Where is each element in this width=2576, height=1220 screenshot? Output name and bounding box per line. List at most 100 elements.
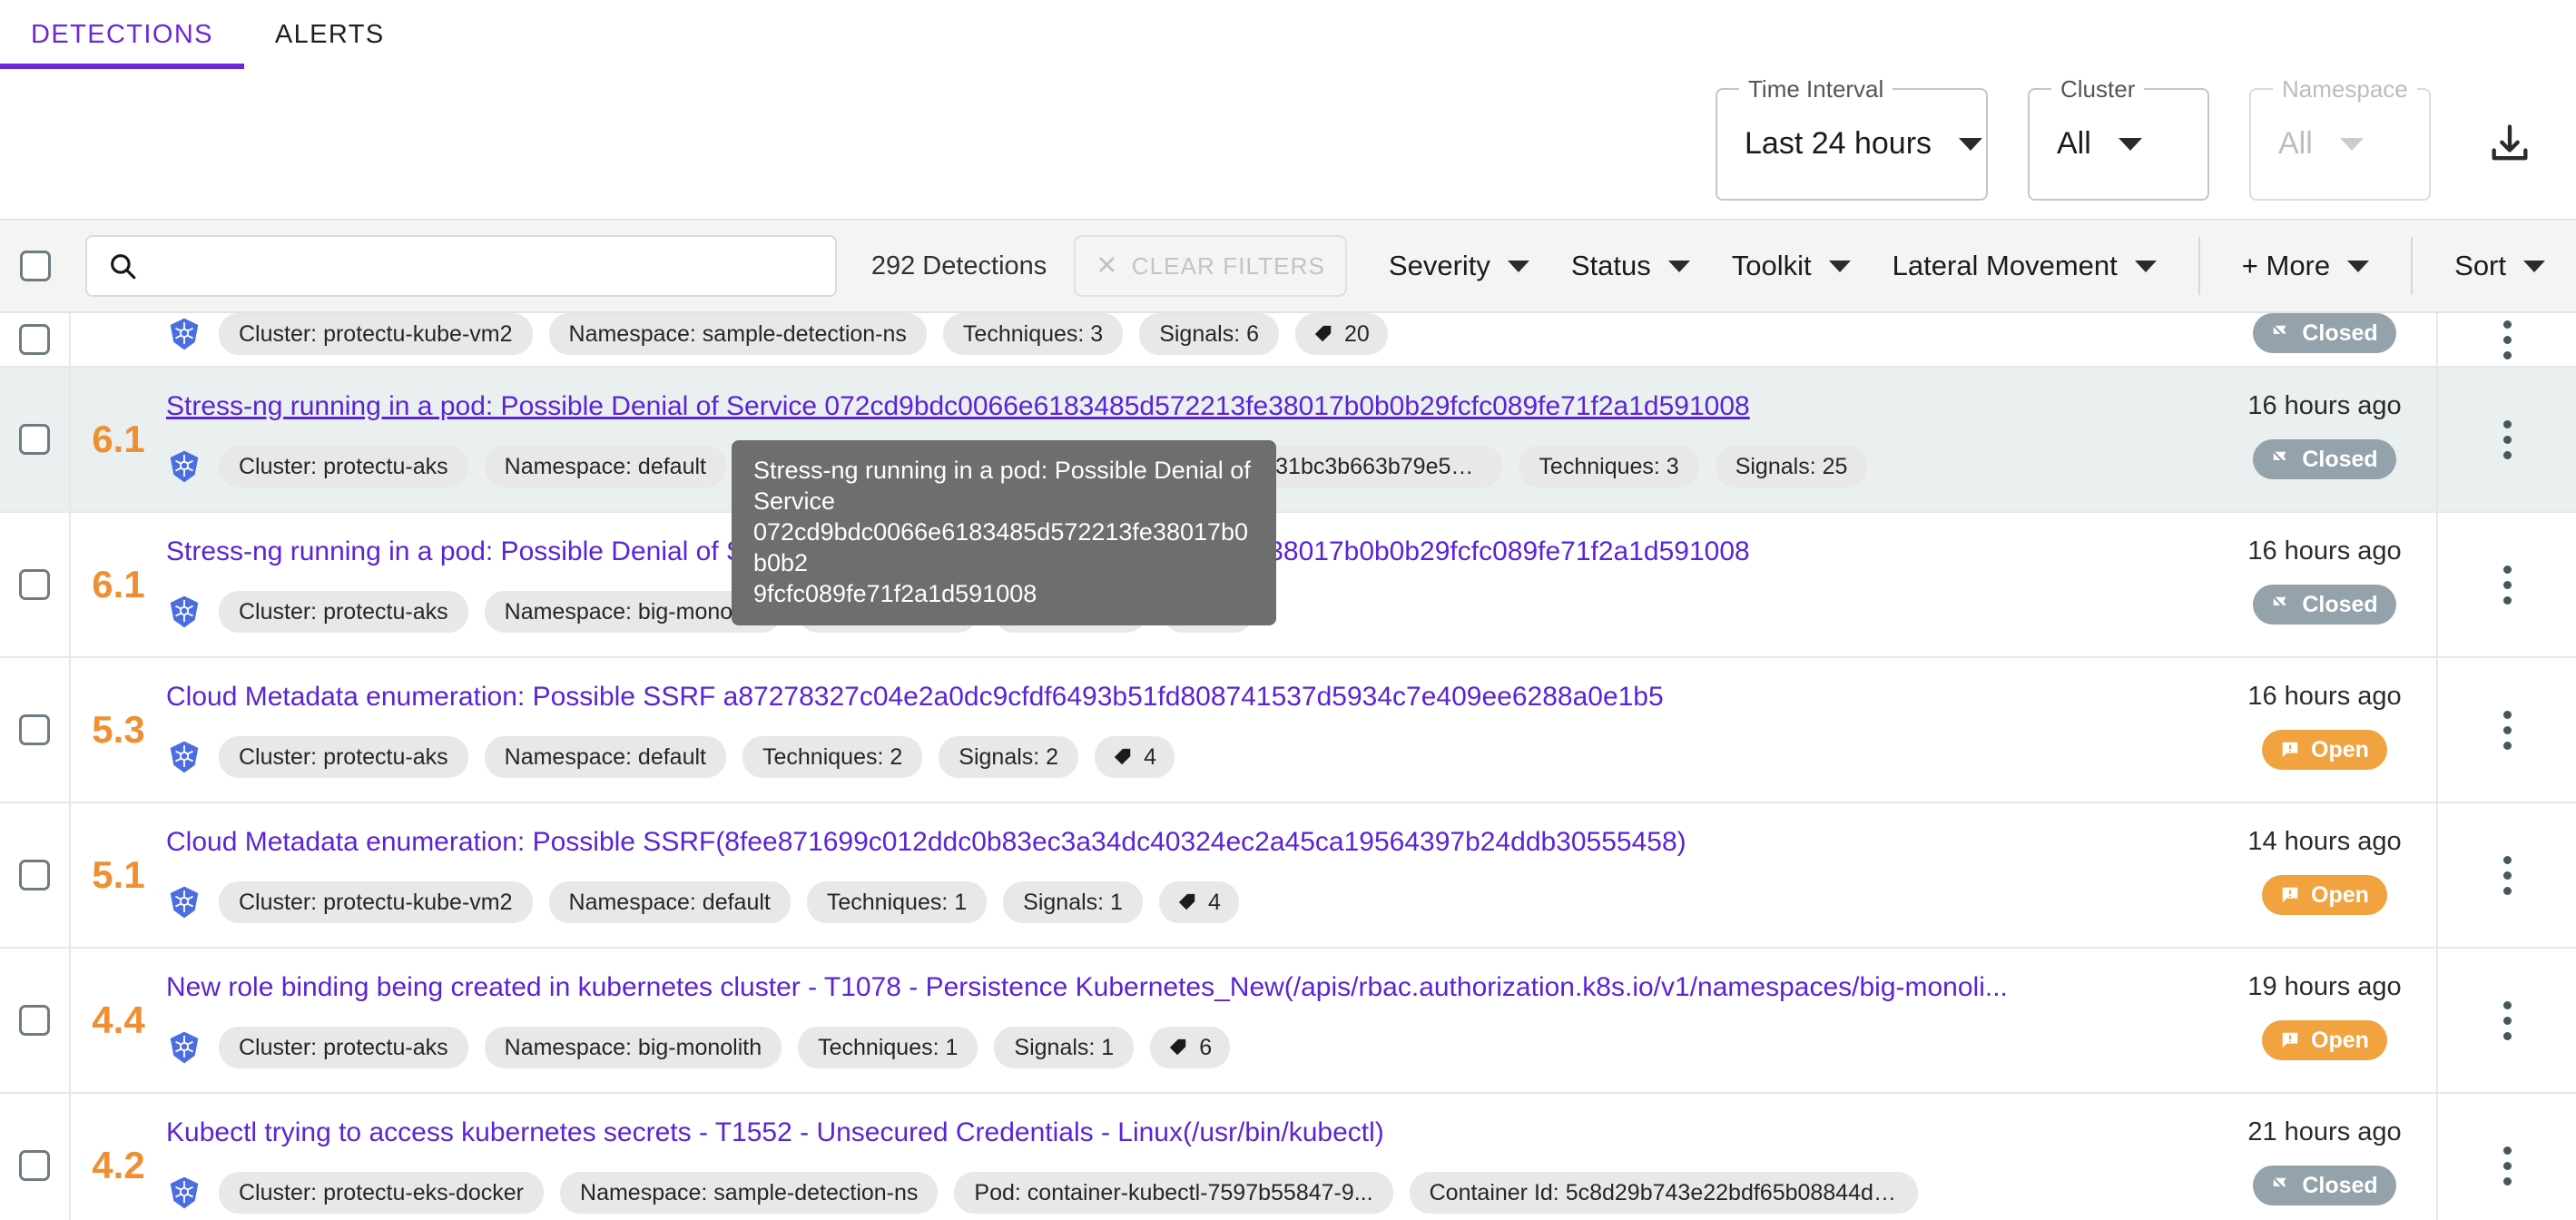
chip-signals[interactable]: Signals: 25 — [1715, 446, 1868, 487]
chip-label: Techniques: 1 — [818, 1034, 959, 1060]
chip-cluster[interactable]: Cluster: protectu-kube-vm2 — [219, 313, 533, 355]
sort-dropdown[interactable]: Sort — [2454, 250, 2545, 282]
row-checkbox[interactable] — [19, 714, 50, 745]
sort-label: Sort — [2454, 250, 2506, 281]
table-row[interactable]: 6.1 Stress-ng running in a pod: Possible… — [0, 368, 2576, 513]
detection-title-link[interactable]: Cloud Metadata enumeration: Possible SSR… — [166, 827, 2195, 858]
chip-namespace[interactable]: Namespace: default — [548, 881, 791, 923]
chip-tags[interactable]: 4 — [1158, 881, 1239, 923]
row-menu-button[interactable] — [2438, 368, 2576, 511]
tag-icon — [1170, 1038, 1186, 1056]
filter-lateral-movement[interactable]: Lateral Movement — [1893, 250, 2157, 282]
detection-title-link[interactable]: New role binding being created in kubern… — [166, 972, 2195, 1003]
chip-container-id[interactable]: Container Id: bb044dcded31bc3b663b79e5b0… — [994, 446, 1503, 487]
cluster-value: All — [2057, 126, 2091, 161]
tab-detections[interactable]: DETECTIONS — [0, 0, 244, 69]
row-menu-button[interactable] — [2438, 949, 2576, 1092]
status-label: Closed — [2302, 591, 2378, 617]
chip-techniques[interactable]: Techniques: 2 — [742, 736, 923, 778]
table-row[interactable]: 5.1 Cloud Metadata enumeration: Possible… — [0, 803, 2576, 949]
row-checkbox[interactable] — [19, 1150, 50, 1181]
chip-label: 4 — [1207, 889, 1221, 915]
row-time-cell: 16 hours ago Open — [2213, 658, 2438, 802]
chip-pod[interactable]: Pod: container-kubectl-7597b55847-9... — [954, 1172, 1393, 1214]
row-checkbox[interactable] — [19, 324, 50, 355]
chip-container-id[interactable]: Container Id: 5c8d29b743e22bdf65b08844d5… — [1409, 1172, 1918, 1214]
row-checkbox[interactable] — [19, 424, 50, 455]
detection-title-link[interactable]: Stress-ng running in a pod: Possible Den… — [166, 536, 2195, 567]
chip-namespace[interactable]: Namespace: big-monolith — [484, 1027, 782, 1068]
chip-namespace[interactable]: Namespace: big-monolith — [484, 591, 782, 633]
row-checkbox[interactable] — [19, 1005, 50, 1036]
row-menu-button[interactable] — [2438, 658, 2576, 802]
tag-icon — [1314, 325, 1332, 342]
filter-status[interactable]: Status — [1571, 250, 1690, 282]
chip-namespace[interactable]: Namespace: default — [484, 736, 726, 778]
chip-cluster[interactable]: Cluster: protectu-aks — [219, 736, 468, 778]
closed-flag-icon — [2272, 595, 2291, 614]
download-icon[interactable] — [2478, 113, 2542, 176]
timestamp: 16 hours ago — [2247, 682, 2402, 711]
chip-cluster[interactable]: Cluster: protectu-aks — [219, 446, 468, 487]
namespace-select[interactable]: Namespace All — [2249, 75, 2431, 201]
chip-techniques[interactable]: Techniques: 1 — [806, 881, 988, 923]
chip-label: Container Id: 5c8d29b743e22bdf65b08844d5… — [1429, 1179, 1898, 1205]
row-checkbox[interactable] — [19, 860, 50, 890]
detection-title-link[interactable]: Stress-ng running in a pod: Possible Den… — [166, 391, 2195, 422]
table-row[interactable]: 4.4 New role binding being created in ku… — [0, 949, 2576, 1094]
chip-signals[interactable]: Signals: 6 — [1139, 313, 1279, 355]
chip-cluster[interactable]: Cluster: protectu-aks — [219, 591, 468, 633]
time-interval-select[interactable]: Time Interval Last 24 hours — [1716, 75, 1988, 201]
table-row[interactable]: 5.3 Cloud Metadata enumeration: Possible… — [0, 658, 2576, 803]
chip-label: Namespace: big-monolith — [504, 1034, 762, 1060]
filter-severity[interactable]: Severity — [1389, 250, 1529, 282]
chip-techniques[interactable]: Techniques: 3 — [798, 591, 978, 633]
table-row[interactable]: 4.2 Kubectl trying to access kubernetes … — [0, 1094, 2576, 1220]
detection-title-link[interactable]: Cloud Metadata enumeration: Possible SSR… — [166, 682, 2195, 713]
row-checkbox-cell — [0, 368, 71, 511]
filter-toolkit[interactable]: Toolkit — [1732, 250, 1851, 282]
chip-cluster[interactable]: Cluster: protectu-aks — [219, 1027, 468, 1068]
tab-alerts[interactable]: ALERTS — [244, 0, 416, 69]
select-all-checkbox[interactable] — [20, 251, 51, 281]
row-content: Cluster: protectu-kube-vm2 Namespace: sa… — [166, 313, 2213, 366]
chip-signals[interactable]: Signals: 25 — [994, 591, 1147, 633]
chip-namespace[interactable]: Namespace: sample-detection-ns — [560, 1172, 939, 1214]
filter-status-label: Status — [1570, 250, 1651, 281]
clear-filters-button[interactable]: ✕ CLEAR FILTERS — [1074, 235, 1347, 297]
row-menu-button[interactable] — [2438, 1094, 2576, 1220]
table-row[interactable]: Cluster: protectu-kube-vm2 Namespace: sa… — [0, 313, 2576, 368]
row-menu-button[interactable] — [2438, 513, 2576, 656]
chip-tags[interactable]: 6 — [1150, 1027, 1231, 1068]
chip-namespace[interactable]: Namespace: default — [484, 446, 726, 487]
row-chips: Cluster: protectu-aks Namespace: big-mon… — [166, 1027, 2195, 1068]
chip-cluster[interactable]: Cluster: protectu-eks-docker — [219, 1172, 545, 1214]
row-menu-button[interactable] — [2438, 313, 2576, 366]
search-input-wrapper[interactable] — [85, 235, 837, 297]
chip-tags[interactable]: 11 — [1163, 591, 1254, 633]
chip-label: 20 — [1344, 320, 1370, 347]
chip-signals[interactable]: Signals: 2 — [939, 736, 1079, 778]
chip-signals[interactable]: Signals: 1 — [994, 1027, 1135, 1068]
chip-namespace[interactable]: Namespace: sample-detection-ns — [548, 313, 927, 355]
row-content: Stress-ng running in a pod: Possible Den… — [166, 368, 2213, 511]
risk-score: 5.1 — [92, 853, 145, 896]
chip-techniques[interactable]: Techniques: 1 — [798, 1027, 978, 1068]
table-row[interactable]: 6.1 Stress-ng running in a pod: Possible… — [0, 513, 2576, 658]
chip-tags[interactable]: 4 — [1095, 736, 1175, 778]
cluster-select[interactable]: Cluster All — [2028, 75, 2209, 201]
chip-pod[interactable]: Pod: privileged-pod — [742, 446, 978, 487]
chip-tags[interactable]: 20 — [1295, 313, 1388, 355]
chip-techniques[interactable]: Techniques: 3 — [942, 313, 1124, 355]
filter-more[interactable]: + More — [2242, 250, 2370, 282]
row-checkbox[interactable] — [19, 569, 50, 600]
chip-label: Techniques: 1 — [826, 889, 968, 915]
row-menu-button[interactable] — [2438, 803, 2576, 947]
search-input[interactable] — [154, 250, 815, 282]
detection-title-link[interactable]: Kubectl trying to access kubernetes secr… — [166, 1117, 2195, 1148]
chip-cluster[interactable]: Cluster: protectu-kube-vm2 — [219, 881, 533, 923]
chevron-down-icon — [2134, 260, 2157, 272]
chip-techniques[interactable]: Techniques: 3 — [1519, 446, 1699, 487]
chip-signals[interactable]: Signals: 1 — [1003, 881, 1143, 923]
tag-icon — [1178, 893, 1195, 910]
